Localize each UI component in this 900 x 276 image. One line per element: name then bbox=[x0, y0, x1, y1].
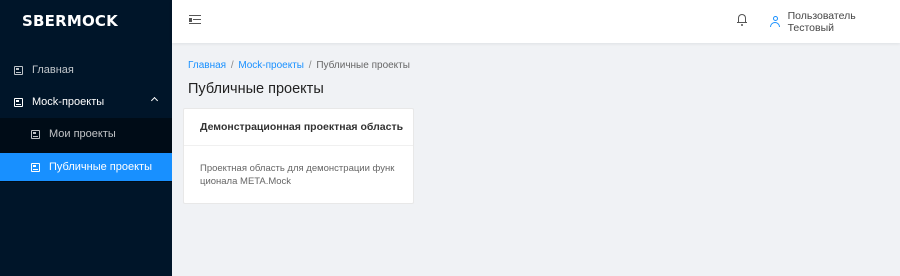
sidebar-item-mock-projects[interactable]: Mock-проекты bbox=[0, 88, 172, 116]
project-icon bbox=[31, 162, 40, 172]
project-icon bbox=[31, 129, 40, 139]
sidebar-item-label: Mock-проекты bbox=[32, 96, 105, 108]
page-title: Публичные проекты bbox=[188, 81, 324, 97]
project-icon bbox=[14, 97, 23, 107]
project-icon bbox=[14, 65, 23, 75]
user-menu[interactable]: Пользователь Тестовый bbox=[770, 0, 900, 43]
breadcrumb: Главная / Mock-проекты / Публичные проек… bbox=[188, 60, 410, 71]
breadcrumb-home[interactable]: Главная bbox=[188, 60, 226, 71]
sidebar-item-label: Мои проекты bbox=[49, 128, 116, 140]
top-header: Пользователь Тестовый bbox=[172, 0, 900, 43]
card-title: Демонстрационная проектная область bbox=[184, 109, 413, 146]
card-description: Проектная область для демонстрации функц… bbox=[200, 163, 395, 187]
bell-icon[interactable] bbox=[737, 13, 747, 27]
project-card[interactable]: Демонстрационная проектная область Проек… bbox=[183, 108, 414, 204]
user-icon bbox=[770, 16, 780, 27]
sidebar: SBERMOCK Главная Mock-проекты Мои проект… bbox=[0, 0, 172, 276]
sidebar-item-label: Публичные проекты bbox=[49, 161, 152, 173]
breadcrumb-separator: / bbox=[230, 60, 234, 71]
sidebar-item-label: Главная bbox=[32, 64, 74, 76]
app-logo: SBERMOCK bbox=[22, 12, 118, 30]
sidebar-item-public-projects[interactable]: Публичные проекты bbox=[0, 153, 172, 181]
breadcrumb-separator: / bbox=[308, 60, 312, 71]
menu-fold-icon[interactable] bbox=[189, 15, 201, 26]
breadcrumb-current: Публичные проекты bbox=[316, 60, 410, 71]
sidebar-item-home[interactable]: Главная bbox=[0, 56, 172, 84]
sidebar-item-my-projects[interactable]: Мои проекты bbox=[0, 120, 172, 148]
chevron-up-icon bbox=[150, 96, 159, 105]
user-name: Пользователь Тестовый bbox=[787, 9, 856, 34]
breadcrumb-mock-projects[interactable]: Mock-проекты bbox=[238, 60, 304, 71]
